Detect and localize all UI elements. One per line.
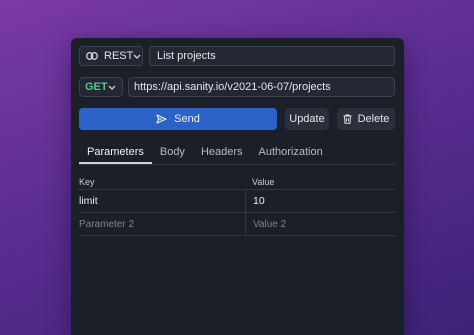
request-name-input[interactable]: List projects [149,46,395,66]
url-input[interactable]: https://api.sanity.io/v2021-06-07/projec… [128,77,395,97]
request-tabs: Parameters Body Headers Authorization [79,144,395,165]
param-key-input[interactable]: limit [79,190,245,212]
tab-headers[interactable]: Headers [193,144,251,164]
table-header: Key Value [79,174,395,190]
send-label: Send [174,113,200,125]
request-type-value: REST [104,50,134,62]
parameters-table: Key Value limit 10 Parameter 2 Value 2 [79,174,395,236]
delete-button[interactable]: Delete [337,108,395,130]
column-header-value: Value [252,176,275,187]
update-label: Update [289,113,325,125]
request-name-text: List projects [157,50,216,62]
tab-authorization[interactable]: Authorization [251,144,331,164]
url-text: https://api.sanity.io/v2021-06-07/projec… [134,81,331,93]
delete-label: Delete [357,113,390,125]
param-value-input[interactable]: 10 [245,190,395,212]
request-panel: REST List projects GET https://api.sanit… [71,38,404,335]
table-row-empty: Parameter 2 Value 2 [79,213,395,236]
tab-parameters[interactable]: Parameters [79,144,152,164]
table-row: limit 10 [79,190,395,213]
chevron-down-icon [108,85,116,90]
link-icon [86,52,98,60]
tab-body[interactable]: Body [152,144,193,164]
method-select[interactable]: GET [79,77,123,97]
method-value: GET [85,81,108,93]
chevron-down-icon [133,54,141,59]
param-key-placeholder[interactable]: Parameter 2 [79,213,245,235]
param-value-placeholder[interactable]: Value 2 [245,213,395,235]
send-icon [156,114,167,124]
request-type-select[interactable]: REST [79,46,143,66]
send-button[interactable]: Send [79,108,277,130]
update-button[interactable]: Update [285,108,329,130]
column-header-key: Key [79,176,95,187]
trash-icon [343,114,352,124]
